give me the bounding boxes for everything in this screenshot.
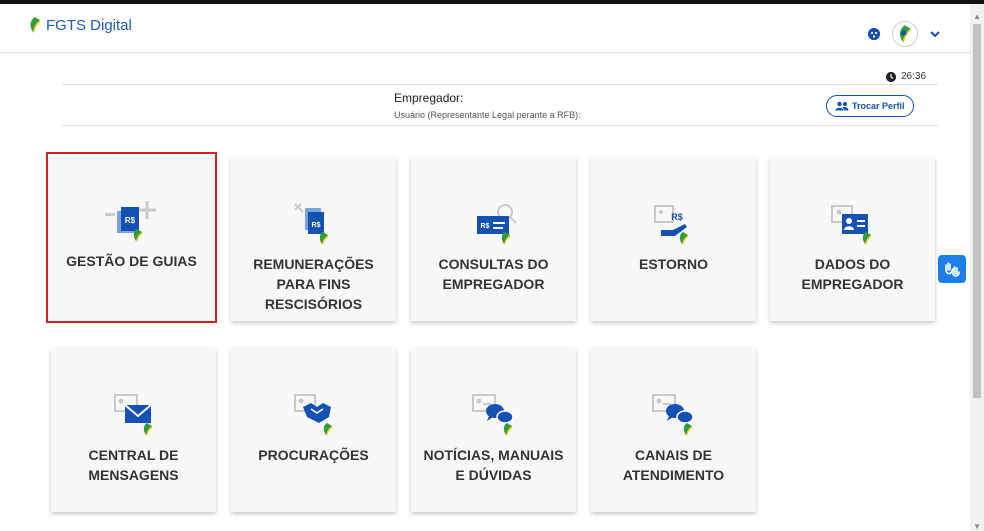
card-label-line: GESTÃO DE GUIAS — [66, 253, 197, 269]
card-label-line: DADOS DO — [814, 256, 891, 272]
employer-label: Empregador: — [394, 91, 464, 105]
libras-accessibility-button[interactable] — [938, 255, 966, 283]
card-dados-do-empregador[interactable]: DADOS DO EMPREGADOR — [770, 157, 935, 321]
vertical-scrollbar[interactable]: ▲ ▼ — [970, 4, 984, 531]
card-label-line: CENTRAL DE — [88, 447, 179, 463]
card-label-line: ATENDIMENTO — [622, 467, 725, 483]
fgts-leaf-logo-icon — [30, 17, 40, 33]
card-label-line: E DÚVIDAS — [455, 467, 532, 483]
user-role-text: Usuário (Representante Legal perante a R… — [394, 110, 581, 120]
card-label-line: RESCISÓRIOS — [264, 296, 363, 312]
card-label-line: MENSAGENS — [88, 467, 179, 483]
libras-hands-icon — [945, 262, 960, 277]
card-label-line: EMPREGADOR — [801, 276, 904, 292]
svg-text:R$: R$ — [480, 223, 489, 230]
message-center-icon — [99, 390, 169, 440]
scroll-thumb[interactable] — [973, 24, 981, 398]
app-header: FGTS Digital — [0, 4, 970, 53]
card-gestao-de-guias[interactable]: R$ GESTÃO DE GUIAS — [46, 152, 217, 323]
switch-profile-button[interactable]: Trocar Perfil — [826, 95, 914, 117]
user-avatar-icon[interactable] — [892, 21, 918, 47]
service-channels-icon — [639, 390, 709, 440]
employer-data-icon — [818, 199, 888, 249]
switch-profile-label: Trocar Perfil — [852, 101, 905, 111]
news-manuals-icon — [459, 390, 529, 440]
remuneration-icon: R$ — [279, 199, 349, 249]
card-label-line: NOTÍCIAS, MANUAIS — [423, 447, 564, 463]
card-label-line: PARA FINS — [276, 276, 351, 292]
svg-text:R$: R$ — [124, 216, 135, 225]
accessibility-icon[interactable] — [868, 28, 880, 40]
card-noticias-manuais-duvidas[interactable]: NOTÍCIAS, MANUAIS E DÚVIDAS — [411, 348, 576, 512]
profile-info-bar: Empregador: Usuário (Representante Legal… — [62, 84, 938, 126]
card-label-line: EMPREGADOR — [442, 276, 545, 292]
refund-icon: R$ — [639, 199, 709, 249]
employer-query-icon: R$ — [459, 199, 529, 249]
card-label: DADOS DO EMPREGADOR — [796, 254, 910, 294]
card-label: GESTÃO DE GUIAS — [60, 251, 203, 271]
power-of-attorney-icon — [279, 390, 349, 440]
card-consultas-do-empregador[interactable]: R$ CONSULTAS DO EMPREGADOR — [411, 157, 576, 321]
header-actions — [868, 21, 940, 47]
brand-name: FGTS Digital — [46, 16, 132, 34]
card-estorno[interactable]: R$ ESTORNO — [591, 157, 756, 321]
users-icon — [835, 101, 849, 111]
card-label: PROCURAÇÕES — [252, 445, 374, 465]
guide-management-icon: R$ — [97, 196, 167, 246]
card-central-de-mensagens[interactable]: CENTRAL DE MENSAGENS — [51, 348, 216, 512]
card-label: REMUNERAÇÕES PARA FINS RESCISÓRIOS — [247, 254, 380, 314]
clock-icon — [886, 71, 896, 82]
card-label-line: REMUNERAÇÕES — [253, 256, 374, 272]
brand[interactable]: FGTS Digital — [28, 16, 132, 34]
scroll-up-arrow-icon[interactable]: ▲ — [973, 12, 981, 21]
session-timer: 26:36 — [886, 71, 926, 82]
svg-text:R$: R$ — [671, 212, 683, 222]
card-remuneracoes[interactable]: R$ REMUNERAÇÕES PARA FINS RESCISÓRIOS — [231, 157, 396, 321]
card-label-line: PROCURAÇÕES — [258, 447, 369, 463]
scroll-down-arrow-icon[interactable]: ▼ — [973, 522, 981, 531]
card-procuracoes[interactable]: PROCURAÇÕES — [231, 348, 396, 512]
card-label-line: CONSULTAS DO — [438, 256, 549, 272]
card-label: CANAIS DE ATENDIMENTO — [617, 445, 730, 485]
card-label: CONSULTAS DO EMPREGADOR — [433, 254, 555, 294]
card-label: NOTÍCIAS, MANUAIS E DÚVIDAS — [418, 445, 570, 485]
card-canais-de-atendimento[interactable]: CANAIS DE ATENDIMENTO — [591, 348, 756, 512]
card-label: CENTRAL DE MENSAGENS — [82, 445, 184, 485]
svg-text:R$: R$ — [311, 222, 320, 229]
chevron-down-icon[interactable] — [930, 27, 940, 41]
card-label-line: CANAIS DE — [634, 447, 712, 463]
card-label-line: ESTORNO — [639, 256, 708, 272]
card-label: ESTORNO — [633, 254, 714, 274]
timer-value: 26:36 — [901, 71, 927, 82]
